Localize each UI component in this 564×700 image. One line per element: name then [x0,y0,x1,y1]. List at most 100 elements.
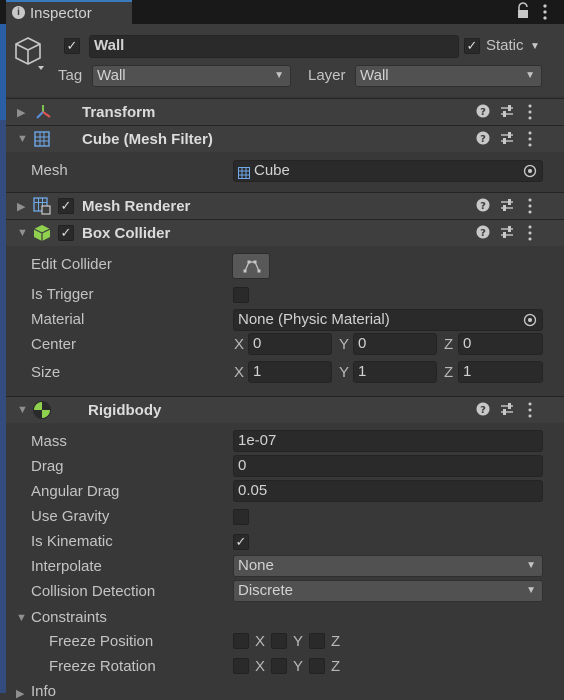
center-y-field[interactable]: 0 [353,333,437,355]
kebab-menu-icon[interactable] [540,3,550,21]
collision-detection-dropdown[interactable]: Discrete ▼ [233,580,543,602]
svg-text:?: ? [480,405,486,416]
static-checkbox[interactable]: ✓ [464,38,480,54]
presets-icon[interactable] [500,402,514,420]
presets-icon[interactable] [500,131,514,149]
mesh-value: Cube [254,162,290,179]
size-label: Size [31,364,61,381]
info-foldout-icon[interactable]: ▶ [16,687,24,700]
foldout-collapsed-icon[interactable]: ▶ [17,106,25,119]
transform-icon [34,103,52,125]
use-gravity-checkbox[interactable] [233,509,249,525]
is-kinematic-checkbox[interactable]: ✓ [233,534,249,550]
chevron-down-icon: ▼ [274,70,284,81]
object-picker-icon[interactable] [523,313,537,333]
mesh-renderer-enabled-checkbox[interactable]: ✓ [58,198,74,214]
interpolate-value: None [238,557,274,574]
help-icon[interactable]: ? [476,131,490,149]
freeze-position-y-label: Y [293,633,304,650]
layer-dropdown[interactable]: Wall ▼ [355,65,542,87]
svg-text:?: ? [480,228,486,239]
center-x-label[interactable]: X [234,336,244,353]
edit-collider-icon [243,259,261,277]
more-icon[interactable] [526,131,534,151]
info-icon: i [12,6,25,19]
more-icon[interactable] [526,198,534,218]
freeze-position-x-label: X [255,633,266,650]
presets-icon[interactable] [500,198,514,216]
tag-dropdown[interactable]: Wall ▼ [92,65,291,87]
active-check: ✓ [66,38,78,53]
more-icon[interactable] [526,104,534,124]
angular-drag-field[interactable]: 0.05 [233,480,543,502]
info-label[interactable]: Info [31,683,56,700]
size-z-label[interactable]: Z [444,364,453,381]
edit-collider-label: Edit Collider [31,256,112,273]
freeze-position-z-checkbox[interactable] [309,633,325,649]
size-y-label[interactable]: Y [339,364,349,381]
static-dropdown-arrow[interactable]: ▼ [530,41,540,52]
center-z-label[interactable]: Z [444,336,453,353]
center-y-label[interactable]: Y [339,336,349,353]
help-icon[interactable]: ? [476,104,490,122]
help-icon[interactable]: ? [476,225,490,243]
freeze-position-y-checkbox[interactable] [271,633,287,649]
drag-field[interactable]: 0 [233,455,543,477]
constraints-label[interactable]: Constraints [31,609,107,626]
box-collider-enabled-checkbox[interactable]: ✓ [58,225,74,241]
is-trigger-checkbox[interactable] [233,287,249,303]
size-z-field[interactable]: 1 [458,361,543,383]
mass-field[interactable]: 1e-07 [233,430,543,452]
freeze-position-x-checkbox[interactable] [233,633,249,649]
center-x-field[interactable]: 0 [248,333,332,355]
freeze-position-label: Freeze Position [49,633,154,650]
object-name-field[interactable]: Wall [89,35,459,58]
mesh-object-field[interactable]: Cube [233,160,543,182]
more-icon[interactable] [526,402,534,422]
box-collider-icon [33,224,51,246]
tag-value: Wall [97,67,126,84]
size-y-field[interactable]: 1 [353,361,437,383]
foldout-expanded-icon[interactable]: ▼ [17,133,28,145]
help-icon[interactable]: ? [476,198,490,216]
active-checkbox[interactable]: ✓ [64,38,80,54]
foldout-expanded-icon[interactable]: ▼ [17,404,28,416]
object-picker-icon[interactable] [523,164,537,184]
use-gravity-label: Use Gravity [31,508,110,525]
more-icon[interactable] [526,225,534,245]
box-collider-header[interactable]: ▼ ✓ Box Collider ? [6,220,564,246]
help-icon[interactable]: ? [476,402,490,420]
freeze-rotation-x-checkbox[interactable] [233,658,249,674]
transform-header[interactable]: ▶ Transform ? [6,99,564,125]
gameobject-icon[interactable] [14,36,44,72]
presets-icon[interactable] [500,225,514,243]
mesh-filter-icon [34,131,50,151]
constraints-foldout-icon[interactable]: ▼ [16,612,27,624]
freeze-rotation-z-checkbox[interactable] [309,658,325,674]
rigidbody-title: Rigidbody [88,402,162,419]
size-x-field[interactable]: 1 [248,361,332,383]
rigidbody-header[interactable]: ▼ Rigidbody ? [6,397,564,423]
material-label: Material [31,311,85,328]
chevron-down-icon: ▼ [525,70,535,81]
interpolate-dropdown[interactable]: None ▼ [233,555,543,577]
edit-collider-button[interactable] [232,253,270,279]
material-object-field[interactable]: None (Physic Material) [233,309,543,331]
drag-label: Drag [31,458,64,475]
tab-inspector[interactable]: i Inspector [6,0,132,24]
mesh-renderer-icon [33,197,51,219]
freeze-rotation-x-label: X [255,658,266,675]
mesh-filter-title: Cube (Mesh Filter) [82,131,213,148]
mesh-filter-header[interactable]: ▼ Cube (Mesh Filter) ? [6,126,564,152]
is-trigger-label: Is Trigger [31,286,94,303]
lock-icon[interactable] [516,2,530,20]
presets-icon[interactable] [500,104,514,122]
foldout-collapsed-icon[interactable]: ▶ [17,200,25,213]
foldout-expanded-icon[interactable]: ▼ [17,227,28,239]
size-x-label[interactable]: X [234,364,244,381]
mesh-renderer-header[interactable]: ▶ ✓ Mesh Renderer ? [6,193,564,219]
svg-text:?: ? [480,201,486,212]
static-label[interactable]: Static [486,37,524,54]
center-z-field[interactable]: 0 [458,333,543,355]
freeze-rotation-y-checkbox[interactable] [271,658,287,674]
